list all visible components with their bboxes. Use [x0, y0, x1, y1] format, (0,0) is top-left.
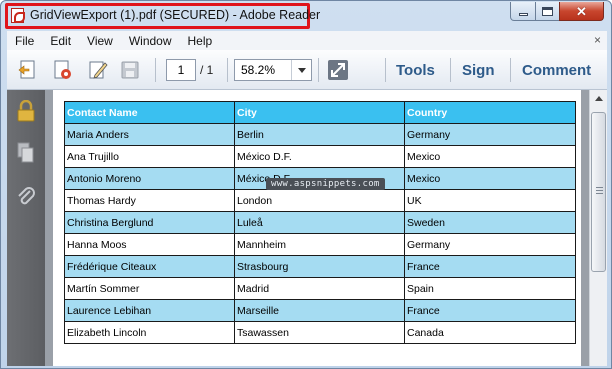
- menu-file[interactable]: File: [7, 34, 42, 48]
- table-row: Frédérique Citeaux Strasbourg France: [64, 255, 576, 278]
- toolbar-separator: [227, 58, 228, 82]
- table-header-row: Contact Name City Country: [64, 101, 576, 124]
- menu-edit[interactable]: Edit: [42, 34, 79, 48]
- table-cell: Germany: [404, 233, 576, 256]
- close-button[interactable]: ✕: [559, 2, 604, 21]
- vertical-scrollbar[interactable]: [589, 90, 607, 366]
- scroll-thumb[interactable]: [591, 112, 606, 272]
- lock-icon[interactable]: [16, 100, 36, 122]
- chevron-up-icon: [594, 96, 603, 101]
- attachment-icon[interactable]: [16, 185, 36, 207]
- table-cell: Berlin: [234, 123, 405, 146]
- table-cell: Laurence Lebihan: [64, 299, 235, 322]
- table-row: Thomas Hardy London UK: [64, 189, 576, 212]
- window-title: GridViewExport (1).pdf (SECURED) - Adobe…: [30, 8, 321, 22]
- column-header: City: [234, 101, 405, 124]
- toolbar-separator: [450, 58, 451, 82]
- chevron-down-icon[interactable]: [291, 60, 311, 80]
- maximize-icon: [542, 6, 553, 16]
- menu-help[interactable]: Help: [180, 34, 221, 48]
- menu-view[interactable]: View: [79, 34, 121, 48]
- minimize-button[interactable]: [510, 2, 536, 21]
- comment-pane-link[interactable]: Comment: [522, 62, 591, 79]
- table-cell: Frédérique Citeaux: [64, 255, 235, 278]
- document-view[interactable]: Contact Name City Country Maria Anders Be…: [45, 90, 589, 366]
- table-cell: Mexico: [404, 167, 576, 190]
- table-row: Ana Trujillo México D.F. Mexico: [64, 145, 576, 168]
- document-close-button[interactable]: ×: [594, 33, 601, 47]
- table-cell: Maria Anders: [64, 123, 235, 146]
- table-cell: Antonio Moreno: [64, 167, 235, 190]
- menu-bar: File Edit View Window Help ×: [7, 31, 607, 50]
- table-row: Elizabeth Lincoln Tsawassen Canada: [64, 321, 576, 344]
- tools-pane-link[interactable]: Tools: [396, 62, 435, 79]
- table-cell: Strasbourg: [234, 255, 405, 278]
- table-row: Maria Anders Berlin Germany: [64, 123, 576, 146]
- table-cell: Germany: [404, 123, 576, 146]
- table-cell: Ana Trujillo: [64, 145, 235, 168]
- create-pdf-icon[interactable]: [17, 59, 39, 81]
- fullscreen-expand-icon[interactable]: [327, 59, 349, 81]
- gridview-table: Contact Name City Country Maria Anders Be…: [64, 101, 576, 344]
- table-cell: Martín Sommer: [64, 277, 235, 300]
- pdf-file-icon: [11, 8, 25, 23]
- table-cell: Luleå: [234, 211, 405, 234]
- column-header: Country: [404, 101, 576, 124]
- table-cell: Hanna Moos: [64, 233, 235, 256]
- edit-icon[interactable]: [87, 59, 109, 81]
- save-disk-icon[interactable]: [119, 59, 141, 81]
- pdf-page: Contact Name City Country Maria Anders Be…: [53, 90, 581, 366]
- table-row: Hanna Moos Mannheim Germany: [64, 233, 576, 256]
- reader-window: GridViewExport (1).pdf (SECURED) - Adobe…: [0, 0, 612, 369]
- scroll-grip: [596, 190, 603, 191]
- pdf-settings-icon[interactable]: [52, 59, 74, 81]
- table-cell: Thomas Hardy: [64, 189, 235, 212]
- table-cell: Tsawassen: [234, 321, 405, 344]
- scroll-up-button[interactable]: [590, 90, 607, 107]
- table-row: Christina Berglund Luleå Sweden: [64, 211, 576, 234]
- table-row: Laurence Lebihan Marseille France: [64, 299, 576, 322]
- table-cell: Spain: [404, 277, 576, 300]
- close-icon: ✕: [576, 3, 587, 19]
- scroll-grip: [596, 193, 603, 194]
- navigation-pane: [7, 90, 45, 366]
- table-cell: London: [234, 189, 405, 212]
- zoom-select[interactable]: 58.2%: [234, 59, 312, 81]
- toolbar-separator: [385, 58, 386, 82]
- table-cell: UK: [404, 189, 576, 212]
- table-cell: Marseille: [234, 299, 405, 322]
- title-bar[interactable]: GridViewExport (1).pdf (SECURED) - Adobe…: [1, 1, 611, 31]
- page-total: / 1: [200, 63, 214, 77]
- table-cell: Mannheim: [234, 233, 405, 256]
- watermark: www.aspsnippets.com: [266, 178, 385, 190]
- toolbar-separator: [510, 58, 511, 82]
- table-cell: France: [404, 299, 576, 322]
- page-number-input[interactable]: 1: [166, 59, 196, 81]
- toolbar-separator: [155, 58, 156, 82]
- table-cell: Madrid: [234, 277, 405, 300]
- table-cell: México D.F.: [234, 145, 405, 168]
- table-cell: Canada: [404, 321, 576, 344]
- table-cell: Christina Berglund: [64, 211, 235, 234]
- scroll-grip: [596, 187, 603, 188]
- menu-window[interactable]: Window: [121, 34, 180, 48]
- maximize-button[interactable]: [535, 2, 560, 21]
- toolbar: 1 / 1 58.2% Tools Sign Comment: [7, 50, 607, 90]
- table-cell: Elizabeth Lincoln: [64, 321, 235, 344]
- minimize-icon: [518, 12, 528, 16]
- table-cell: France: [404, 255, 576, 278]
- pages-icon[interactable]: [16, 142, 36, 164]
- zoom-value: 58.2%: [241, 63, 276, 77]
- toolbar-separator: [318, 58, 319, 82]
- column-header: Contact Name: [64, 101, 235, 124]
- sign-pane-link[interactable]: Sign: [462, 62, 495, 79]
- table-cell: Mexico: [404, 145, 576, 168]
- table-row: Martín Sommer Madrid Spain: [64, 277, 576, 300]
- table-cell: Sweden: [404, 211, 576, 234]
